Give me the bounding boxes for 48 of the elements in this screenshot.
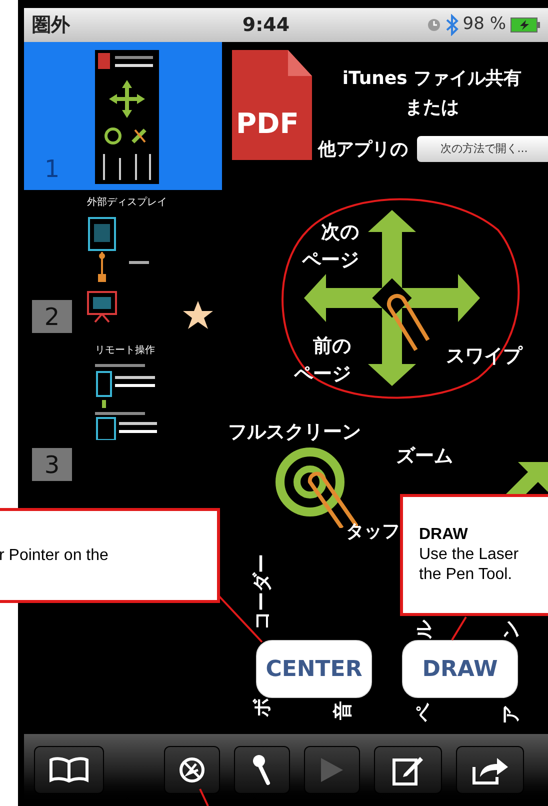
heading-line: または [405, 96, 459, 119]
book-icon [49, 757, 89, 783]
tap-label: タッフ [346, 520, 400, 544]
heading-line: iTunes ファイル共有 [342, 68, 522, 90]
previous-page-label: 前の [313, 334, 351, 359]
next-page-label: 次の [321, 220, 359, 245]
play-icon [319, 756, 345, 784]
toolbar-button[interactable] [164, 746, 220, 794]
next-page-label: ページ [302, 248, 359, 273]
page-caption: リモート操作 [95, 346, 155, 356]
zoom-label: ズーム [396, 444, 453, 469]
microphone-icon [252, 754, 272, 786]
time-label: 9:44 [242, 12, 290, 38]
clock-icon [426, 18, 441, 32]
toolbar-button[interactable] [234, 746, 290, 794]
toolbar-button[interactable] [34, 746, 104, 794]
open-with-button[interactable]: 次の方法で開く... [417, 136, 548, 162]
fullscreen-label: フルスクリーン [228, 420, 361, 445]
leader-line [199, 788, 209, 806]
action-button[interactable]: DRAW [402, 640, 518, 698]
vertical-label: 音 [334, 701, 353, 720]
vertical-label: コーダー [253, 554, 272, 630]
pdf-file-icon [232, 50, 312, 160]
vertical-label: ン [502, 620, 521, 639]
callout-title: DRAW [419, 525, 469, 545]
callout-text: Use the Laser [419, 545, 520, 565]
pdf-label: PDF [236, 110, 299, 138]
battery-icon [510, 17, 540, 33]
callout-text: r Pointer on the [0, 546, 110, 566]
previous-page-label: ページ [294, 362, 351, 387]
action-button[interactable]: CENTER [256, 640, 372, 698]
open-with-label: 他アプリの [318, 138, 408, 162]
compose-icon [392, 754, 424, 786]
page-number: 3 [32, 448, 72, 481]
vertical-label: ル [415, 620, 434, 639]
callout-text: the Pen Tool. [419, 565, 514, 585]
compass-icon [178, 756, 206, 784]
carrier-label: 圏外 [32, 12, 71, 38]
page-number: 2 [32, 300, 72, 333]
vertical-label: ボ [253, 698, 272, 717]
vertical-label: ア [502, 705, 521, 724]
toolbar-button[interactable] [374, 746, 442, 794]
page-caption: 外部ディスプレイ [87, 198, 167, 208]
page-number: 1 [43, 154, 61, 184]
vertical-label: ペ [415, 703, 434, 722]
share-icon [471, 755, 509, 785]
toolbar-button[interactable] [456, 746, 524, 794]
battery-label: 98 % [462, 13, 506, 36]
